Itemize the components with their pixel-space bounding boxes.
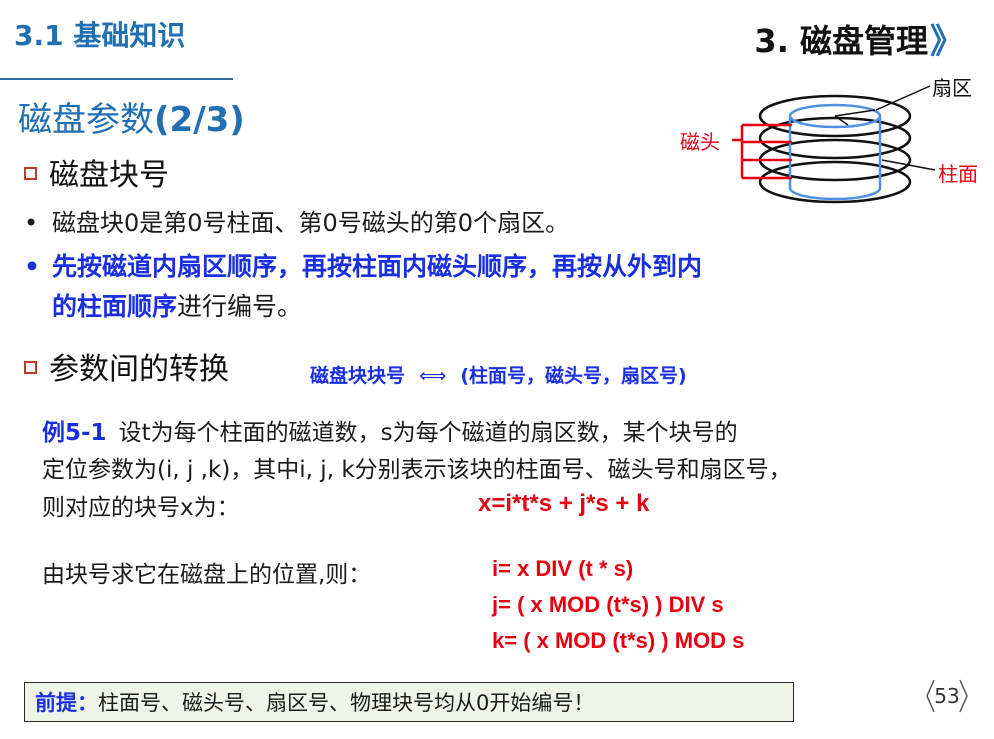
label-cylinder: 柱面	[938, 162, 978, 186]
heading-text: 磁盘块号	[49, 158, 169, 193]
disk-diagram: 扇区 磁头 柱面	[680, 70, 980, 220]
formula-j: j= ( x MOD (t*s) ) DIV s	[492, 592, 724, 617]
subtitle-paren: (2/3)	[154, 100, 245, 140]
label-sector: 扇区	[932, 76, 972, 100]
page-number: 53	[924, 678, 970, 714]
square-bullet-icon	[24, 167, 37, 180]
page-number-text: 53	[934, 684, 960, 708]
dot-bullet-icon: •	[24, 209, 39, 237]
chapter-title: 3. 磁盘管理 》	[754, 14, 964, 63]
bullet1-text: 磁盘块0是第0号柱面、第0号磁头的第0个扇区。	[52, 209, 570, 237]
heading-text: 参数间的转换	[49, 352, 229, 387]
bullet-numbering-order: • 先按磁道内扇区顺序，再按柱面内磁头顺序，再按从外到内	[24, 247, 702, 283]
formula-k: k= ( x MOD (t*s) ) MOD s	[492, 628, 745, 653]
subtitle-text: 磁盘参数	[18, 100, 154, 140]
block-number-formula: x=i*t*s + j*s + k	[478, 490, 650, 517]
double-chevron-right-icon: 》	[930, 22, 964, 62]
bullet2-blue-text: 先按磁道内扇区顺序，再按柱面内磁头顺序，再按从外到内	[52, 252, 703, 281]
premise-text: 柱面号、磁头号、扇区号、物理块号均从0开始编号！	[98, 691, 595, 715]
section-heading-block-number: 磁盘块号	[24, 150, 169, 194]
section-title: 3.1 基础知识	[14, 19, 186, 52]
bullet-block-zero: • 磁盘块0是第0号柱面、第0号磁头的第0个扇区。	[24, 203, 569, 238]
mapping-right: (柱面号，磁头号，扇区号)	[460, 365, 687, 387]
section-heading-conversion: 参数间的转换	[24, 344, 229, 388]
mapping-relation: 磁盘块块号 ⟺ (柱面号，磁头号，扇区号)	[310, 361, 687, 388]
slide-subtitle: 磁盘参数(2/3)	[18, 92, 245, 141]
chapter-title-text: 3. 磁盘管理	[754, 21, 928, 60]
double-arrow-icon: ⟺	[419, 365, 447, 387]
bullet2-rest: 进行编号。	[177, 292, 303, 321]
example-line2: 定位参数为(i, j ,k)，其中i, j, k分别表示该块的柱面号、磁头号和扇…	[42, 457, 792, 483]
dot-bullet-icon: •	[24, 252, 40, 281]
premise-label: 前提：	[35, 691, 98, 715]
bullet-numbering-order-line2: 的柱面顺序进行编号。	[52, 287, 302, 323]
header-divider	[0, 78, 233, 80]
position-intro: 由块号求它在磁盘上的位置,则：	[42, 562, 372, 588]
example-line1-text: 设t为每个柱面的磁道数，s为每个磁道的扇区数，某个块号的	[118, 420, 738, 446]
example-line3: 则对应的块号x为：	[42, 495, 240, 521]
example-label: 例5-1	[42, 420, 107, 446]
example-line1: 例5-1 设t为每个柱面的磁道数，s为每个磁道的扇区数，某个块号的	[42, 413, 738, 447]
premise-box: 前提： 柱面号、磁头号、扇区号、物理块号均从0开始编号！	[24, 682, 794, 722]
label-head: 磁头	[680, 130, 720, 154]
bullet2-blue-line2: 的柱面顺序	[52, 292, 178, 321]
formula-i: i= x DIV (t * s)	[492, 556, 634, 581]
square-bullet-icon	[24, 361, 37, 374]
mapping-left: 磁盘块块号	[310, 365, 406, 387]
